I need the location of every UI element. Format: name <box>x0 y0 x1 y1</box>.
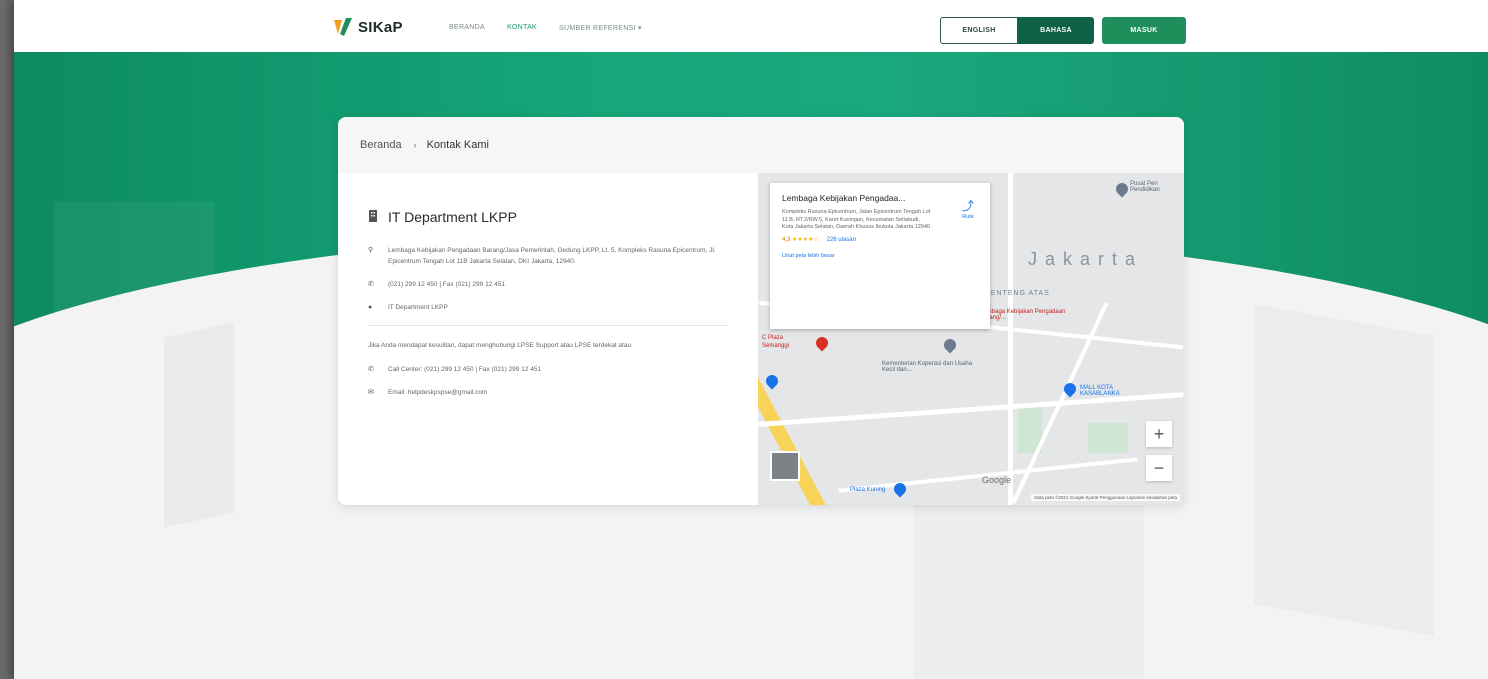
breadcrumb: Beranda › Kontak Kami <box>338 117 1184 173</box>
mail-icon: ✉ <box>368 389 374 396</box>
nav-kontak[interactable]: KONTAK <box>507 24 537 32</box>
logo-text: SIKaP <box>358 18 403 36</box>
logo[interactable]: SIKaP <box>332 16 403 38</box>
main-nav: BERANDA KONTAK SUMBER REFERENSI ▾ <box>449 24 642 32</box>
directions-label: Rute <box>962 214 974 220</box>
unit-text: IT Department LKPP <box>388 304 448 311</box>
call-center-text: Call Center: (021) 299 12 450 | Fax (021… <box>388 366 542 373</box>
email-row: ✉ Email: helpdeskpspse@gmail.com <box>368 387 730 398</box>
popup-address: Kompleks Rasuna Epicentrum, Jalan Epicen… <box>782 209 931 230</box>
call-center-row: ✆ Call Center: (021) 299 12 450 | Fax (0… <box>368 364 730 375</box>
map-attribution: Data peta ©2021 Google Syarat Penggunaan… <box>1031 494 1180 501</box>
rating-value: 4,3 <box>782 236 791 243</box>
reviews-link[interactable]: 226 ulasan <box>827 237 856 243</box>
nav-beranda[interactable]: BERANDA <box>449 24 485 32</box>
map-park <box>1088 423 1128 453</box>
contact-card: Beranda › Kontak Kami IT Department LKPP… <box>338 117 1184 505</box>
larger-map-link[interactable]: Lihat peta lebih besar <box>782 253 978 259</box>
map-poi-kementerian: Kementerian Koperasi dan Usaha Kecil dan… <box>882 361 973 373</box>
map-place-popup: Lembaga Kebijakan Pengadaa... Kompleks R… <box>770 183 990 329</box>
directions-icon: ⤴ <box>961 199 974 213</box>
dept-title: IT Department LKPP <box>388 209 517 225</box>
phone-row: ✆ (021) 299 12 450 | Fax (021) 299 12 45… <box>368 279 730 290</box>
contact-info: IT Department LKPP ⚲ Lembaga Kebijakan P… <box>338 173 758 505</box>
map-area-label: MENTENG ATAS <box>984 290 1050 297</box>
star-rating-icon: ★★★★☆ <box>792 236 819 243</box>
divider <box>368 325 728 326</box>
masuk-button[interactable]: MASUK <box>1102 17 1186 44</box>
bahasa-button[interactable]: BAHASA <box>1018 17 1094 44</box>
top-navbar: SIKaP BERANDA KONTAK SUMBER REFERENSI ▾ … <box>14 0 1488 52</box>
breadcrumb-current: Kontak Kami <box>426 139 489 151</box>
map-poi-pusat: Pusat Pen Pendidikan <box>1130 181 1160 193</box>
building-icon <box>368 209 378 225</box>
nav-sumber-referensi[interactable]: SUMBER REFERENSI ▾ <box>559 24 642 32</box>
map-poi-mall: MALL KOTA KASABLANKA <box>1080 385 1120 397</box>
decor-shape-left <box>164 322 234 528</box>
directions-button[interactable]: ⤴ Rute <box>962 197 974 220</box>
dept-heading: IT Department LKPP <box>368 209 730 225</box>
popup-title: Lembaga Kebijakan Pengadaa... <box>782 193 906 203</box>
map-road <box>1008 173 1013 505</box>
google-logo: Google <box>982 475 1012 485</box>
header-buttons: ENGLISH BAHASA MASUK <box>940 17 1186 44</box>
sikap-logo-icon <box>332 16 354 38</box>
zoom-in-button[interactable]: + <box>1146 421 1172 447</box>
address-text: Lembaga Kebijakan Pengadaan Barang/Jasa … <box>388 247 716 265</box>
popup-rating: 4,3 ★★★★☆ 226 ulasan <box>782 236 978 243</box>
phone-icon: ✆ <box>368 281 374 288</box>
help-text: Jika Anda mendapat kesulitan, dapat meng… <box>368 342 632 349</box>
map-poi-semanggi-pre: C Plaza <box>762 335 784 341</box>
zoom-out-button[interactable]: − <box>1146 455 1172 481</box>
email-text[interactable]: Email: helpdeskpspse@gmail.com <box>388 387 487 398</box>
map-poi-semanggi: Semanggi <box>762 343 790 349</box>
address-row: ⚲ Lembaga Kebijakan Pengadaan Barang/Jas… <box>368 245 730 267</box>
map-poi-bawah: Plaza Kuning <box>850 487 886 493</box>
decor-shape-right <box>1254 304 1434 636</box>
location-icon: ⚲ <box>368 247 374 254</box>
map-poi-lembaga: Lembaga Kebijakan Pengadaan Barang/... <box>980 309 1066 321</box>
breadcrumb-home[interactable]: Beranda <box>360 139 402 151</box>
phone-text: (021) 299 12 450 | Fax (021) 299 12 451 <box>388 281 505 288</box>
unit-row: ● IT Department LKPP <box>368 302 730 313</box>
map-city-label: Jakarta <box>1028 249 1144 269</box>
satellite-view-button[interactable] <box>770 451 800 481</box>
person-icon: ● <box>368 304 373 311</box>
english-button[interactable]: ENGLISH <box>940 17 1018 44</box>
phone-icon: ✆ <box>368 366 374 373</box>
google-map[interactable]: Lembaga Kebijakan Pengadaa... Kompleks R… <box>758 173 1184 505</box>
browser-frame: SIKaP BERANDA KONTAK SUMBER REFERENSI ▾ … <box>14 0 1488 679</box>
breadcrumb-separator-icon: › <box>413 140 417 150</box>
